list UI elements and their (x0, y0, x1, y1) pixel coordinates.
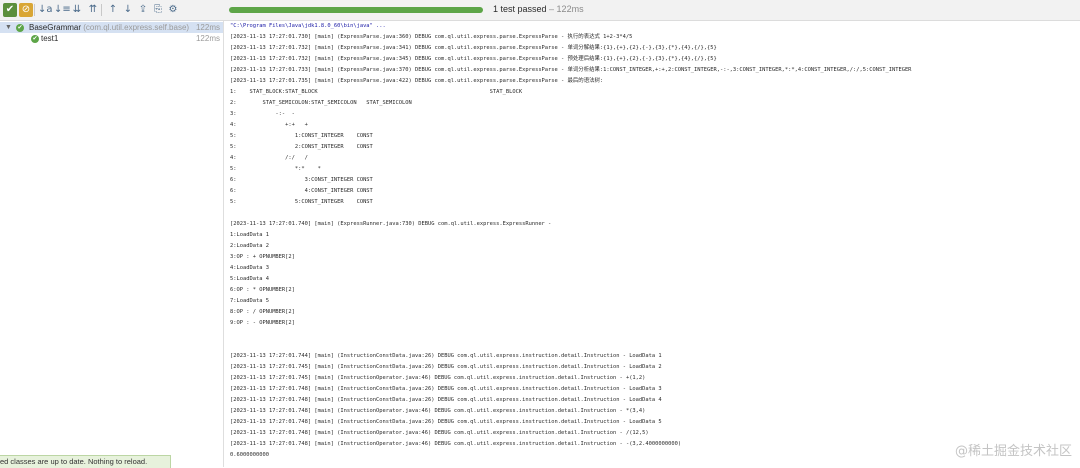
run-passed-icon[interactable]: ✔ (3, 3, 17, 17)
import-icon[interactable]: ⎘ (151, 3, 165, 17)
console-line: 2: STAT_SEMICOLON:STAT_SEMICOLON STAT_SE… (230, 100, 412, 106)
prev-failed-icon[interactable]: ↑ (106, 3, 120, 17)
console-line: 1: STAT_BLOCK:STAT_BLOCK STAT_BLOCK (230, 89, 523, 95)
console-line: 4: /:/ / (230, 155, 308, 161)
tree-root-time: 122ms (195, 23, 220, 32)
console-line: [2023-11-13 17:27:01.748] [main] (Instru… (230, 408, 646, 414)
console-line: 9:OP : - OPNUMBER[2] (230, 320, 295, 326)
settings-icon[interactable]: ⚙ (166, 3, 180, 17)
chevron-down-icon[interactable]: ▼ (5, 22, 12, 33)
notification-text: ed classes are up to date. Nothing to re… (0, 457, 148, 466)
show-ignored-icon[interactable]: ⊘ (19, 3, 33, 17)
console-line: [2023-11-13 17:27:01.748] [main] (Instru… (230, 386, 662, 392)
test-tree-panel: ▼ ✔ BaseGrammar (com.ql.util.express.sel… (0, 21, 224, 467)
console-line: 6: 4:CONST_INTEGER CONST (230, 188, 373, 194)
tree-root-name: BaseGrammar (29, 23, 82, 32)
console-line: 5: 5:CONST_INTEGER CONST (230, 199, 373, 205)
console-line: 6:OP : * OPNUMBER[2] (230, 287, 295, 293)
console-line: 5:LoadData 4 (230, 276, 269, 282)
toolbar-separator (101, 4, 102, 16)
console-line: 7:LoadData 5 (230, 298, 269, 304)
console-line: 5: 1:CONST_INTEGER CONST (230, 133, 373, 139)
console-line: [2023-11-13 17:27:01.748] [main] (Instru… (230, 430, 649, 436)
sort-duration-icon[interactable]: ↓≡ (54, 3, 71, 17)
tree-item-test1[interactable]: ✔ test1 122ms (0, 33, 223, 44)
watermark: @稀土掘金技术社区 (954, 444, 1072, 459)
console-output[interactable]: "C:\Program Files\Java\jdk1.8.0_60\bin\j… (224, 21, 1080, 467)
export-icon[interactable]: ⇪ (136, 3, 150, 17)
console-line: 4: +:+ + (230, 122, 308, 128)
console-line: [2023-11-13 17:27:01.744] [main] (Instru… (230, 353, 662, 359)
next-failed-icon[interactable]: ↓ (121, 3, 135, 17)
status-duration: – 122ms (546, 4, 584, 14)
tree-root-package: (com.ql.util.express.self.base) (81, 23, 190, 32)
console-line: 3:OP : + OPNUMBER[2] (230, 254, 295, 260)
console-line: 6: 3:CONST_INTEGER CONST (230, 177, 373, 183)
test-progress-bar (229, 7, 483, 13)
console-line: [2023-11-13 17:27:01.733] [main] (Expres… (230, 67, 912, 73)
console-line: 1:LoadData 1 (230, 232, 269, 238)
console-line: "C:\Program Files\Java\jdk1.8.0_60\bin\j… (230, 23, 386, 29)
console-line: 5: 2:CONST_INTEGER CONST (230, 144, 373, 150)
console-line: [2023-11-13 17:27:01.748] [main] (Instru… (230, 419, 662, 425)
console-line: [2023-11-13 17:27:01.740] [main] (Expres… (230, 221, 552, 227)
console-line: 4:LoadData 3 (230, 265, 269, 271)
sort-alpha-icon[interactable]: ↓a (38, 3, 53, 17)
console-line: 8:OP : / OPNUMBER[2] (230, 309, 295, 315)
console-line: [2023-11-13 17:27:01.735] [main] (Expres… (230, 78, 604, 84)
console-line: [2023-11-13 17:27:01.748] [main] (Instru… (230, 397, 662, 403)
tree-child-name: test1 (41, 34, 59, 43)
toolbar-separator (34, 4, 35, 16)
test-passed-icon: ✔ (31, 34, 39, 43)
console-line: 3: -:- - (230, 111, 295, 117)
test-runner-toolbar: ✔ ⊘ ↓a ↓≡ ⇊ ⇈ ↑ ↓ ⇪ ⎘ ⚙ 1 test passed – 122ms (0, 0, 1080, 21)
expand-all-icon[interactable]: ⇊ (70, 3, 84, 17)
console-line: 0.6000000000 (230, 452, 269, 458)
tree-child-time: 122ms (195, 34, 220, 43)
console-line: [2023-11-13 17:27:01.745] [main] (Instru… (230, 375, 646, 381)
collapse-all-icon[interactable]: ⇈ (86, 3, 100, 17)
test-passed-icon: ✔ (16, 23, 24, 32)
console-line: 2:LoadData 2 (230, 243, 269, 249)
test-status: 1 test passed – 122ms (493, 4, 584, 14)
tree-item-root[interactable]: ▼ ✔ BaseGrammar (com.ql.util.express.sel… (0, 22, 223, 33)
console-line: [2023-11-13 17:27:01.732] [main] (Expres… (230, 56, 717, 62)
console-line: [2023-11-13 17:27:01.748] [main] (Instru… (230, 441, 682, 447)
console-line: [2023-11-13 17:27:01.745] [main] (Instru… (230, 364, 662, 370)
console-line: [2023-11-13 17:27:01.732] [main] (Expres… (230, 45, 717, 51)
status-text: 1 test passed (493, 4, 547, 14)
console-line: 5: *:* * (230, 166, 321, 172)
reload-notification[interactable]: ed classes are up to date. Nothing to re… (0, 455, 171, 468)
console-line: [2023-11-13 17:27:01.730] [main] (Expres… (230, 34, 633, 40)
